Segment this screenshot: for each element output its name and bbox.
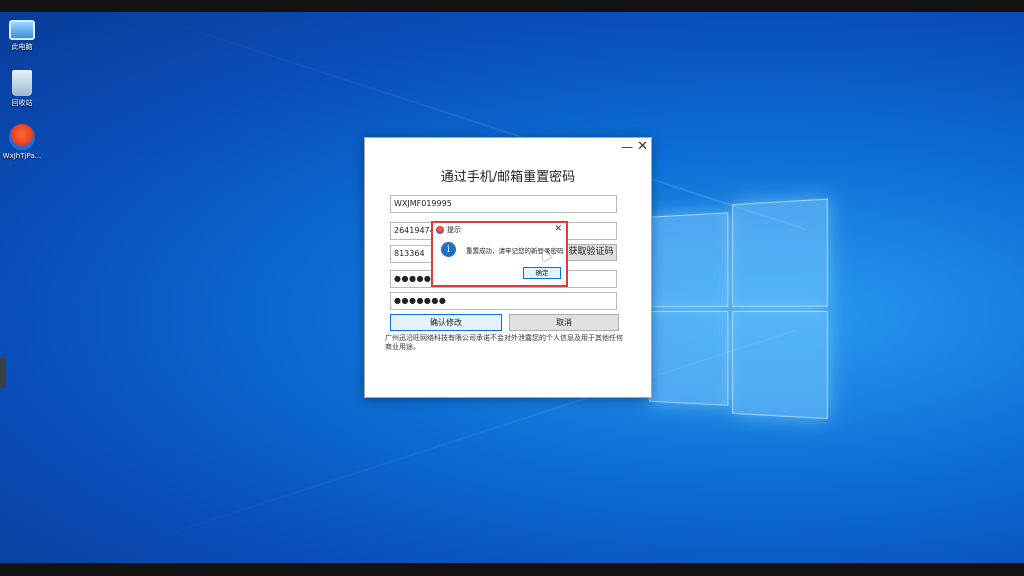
top-letterbox xyxy=(0,0,1024,12)
account-field[interactable]: WXJMF019995 xyxy=(390,195,617,213)
minimize-button[interactable]: — xyxy=(621,140,633,154)
ok-button[interactable]: 确定 xyxy=(523,267,561,279)
desktop-icon-this-pc[interactable]: 此电脑 xyxy=(0,16,44,52)
cancel-button[interactable]: 取消 xyxy=(509,314,619,331)
window-title: 通过手机/邮箱重置密码 xyxy=(440,170,576,185)
confirm-password-field[interactable]: ●●●●●●● xyxy=(390,292,617,310)
privacy-notice: 广州迅沿旺网络科技有限公司承诺不会对外泄露您的个人信息及用于其他任何商业用途。 xyxy=(385,334,623,351)
desktop-icon-label: WxJhTjPa... xyxy=(2,152,42,160)
dialog-title: 提示 xyxy=(447,226,461,234)
app-shortcut-icon xyxy=(9,124,35,150)
desktop-icon-recycle-bin[interactable]: 回收站 xyxy=(0,70,44,108)
side-handle[interactable] xyxy=(0,358,6,388)
app-icon xyxy=(436,226,444,234)
desktop-icon-label: 回收站 xyxy=(11,99,33,107)
info-icon: i xyxy=(441,242,456,257)
computer-icon xyxy=(9,20,35,40)
bottom-letterbox xyxy=(0,563,1024,576)
desktop-icon-label: 此电脑 xyxy=(11,43,33,51)
dialog-titlebar: 提示 ✕ xyxy=(433,223,566,237)
recycle-bin-icon xyxy=(12,70,32,96)
close-button[interactable]: ✕ xyxy=(637,140,648,154)
get-code-button[interactable]: 获取验证码 xyxy=(565,244,617,261)
dialog-close-button[interactable]: ✕ xyxy=(554,224,562,234)
confirm-button[interactable]: 确认修改 xyxy=(390,314,502,331)
desktop-icon-app[interactable]: WxJhTjPa... xyxy=(0,124,44,160)
windows-logo xyxy=(648,198,830,420)
